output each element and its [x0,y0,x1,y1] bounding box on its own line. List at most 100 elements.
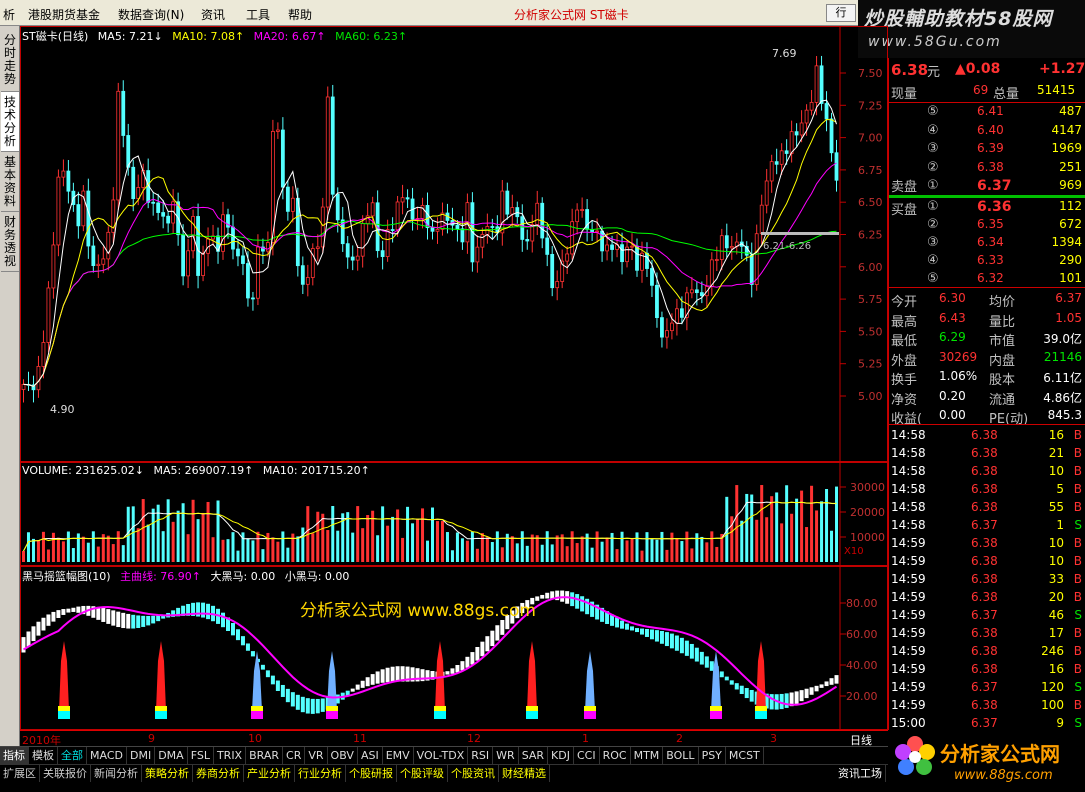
param-tab[interactable]: KDJ [548,747,574,764]
param-tab[interactable]: ROC [600,747,631,764]
indicator-bar [320,698,325,712]
tick-side: B [1073,698,1082,712]
volume-bar [396,509,400,562]
param-tab[interactable]: CR [283,747,306,764]
tab-financials[interactable]: 财务透视 [1,212,19,272]
candle-body [400,197,405,203]
bottom-tab[interactable]: 产业分析 [244,765,295,782]
candle-body [106,231,111,260]
menu-item-news[interactable]: 资讯 [201,6,225,23]
volume-bar [455,532,459,562]
total-vol-label: 总量 [993,87,1020,102]
bottom-right-tab[interactable]: 资讯工场 [835,765,886,782]
tick-volume: 1 [1056,518,1064,532]
param-tab[interactable]: VR [305,747,328,764]
indicator-bar [310,698,315,714]
param-tab[interactable]: SAR [519,747,549,764]
indicator-bar [734,683,739,690]
indicator-bar [136,615,141,628]
candle-body [819,65,824,104]
tick-side: S [1074,608,1082,622]
param-tab[interactable]: BRAR [246,747,284,764]
indicator-bar [630,626,635,631]
book-price: 6.32 [977,271,1004,285]
bottom-tab[interactable]: 券商分析 [193,765,244,782]
param-tab[interactable]: DMA [155,747,188,764]
cur-vol: 69 [973,83,989,97]
candle-body [535,202,540,226]
tab-intraday[interactable]: 分时走势 [1,30,19,92]
candle-body [550,253,555,289]
param-tab[interactable]: FSL [188,747,214,764]
param-tab[interactable]: OBV [328,747,358,764]
stat-value: 1.06% [939,369,978,383]
price-chart[interactable]: 7.50 7.25 7.00 6.75 6.50 6.25 6.00 5.75 5.50 5.25… [20,26,888,462]
candle-body [136,187,141,200]
param-tab[interactable]: EMV [383,747,414,764]
param-tab[interactable]: MACD [87,747,127,764]
menu-item-data-query[interactable]: 数据查询(N) [118,6,184,23]
candle-body [595,230,599,233]
menu-item-tools[interactable]: 工具 [246,6,270,23]
tick-side: B [1073,572,1082,586]
indicator-header: 黑马摇篮幅图(10) 主曲线: 76.90↑ 大黑马: 0.00 小黑马: 0.… [22,568,355,584]
tick-row: 14:59 6.38 33 B [889,571,1085,589]
param-tab[interactable]: 全部 [58,747,87,764]
tick-price: 6.37 [971,518,998,532]
quote-window-button[interactable]: 行 [826,4,856,22]
param-tab[interactable]: PSY [699,747,726,764]
stat-value: 6.11亿 [1043,371,1082,385]
candle-body [66,170,71,192]
candle-body [510,207,515,215]
volume-bar [790,513,794,562]
tick-volume: 120 [1041,680,1064,694]
volume-chart[interactable]: 30000 20000 10000 VOLUME: 231625.02↓ MA5: … [20,462,888,566]
ma20-line [23,162,837,387]
signal-spike [327,651,337,711]
signal-spike [756,641,766,711]
bottom-tab[interactable]: 个股资讯 [448,765,499,782]
param-tab[interactable]: VOL-TDX [414,747,469,764]
bottom-tab[interactable]: 个股评级 [397,765,448,782]
high-label: 7.69 [772,47,797,60]
param-tab[interactable]: TRIX [214,747,247,764]
volume-bar [196,519,200,562]
volume-bar [61,541,65,562]
tick-time: 14:58 [891,428,926,442]
candle-body [520,216,525,240]
bottom-tab[interactable]: 财经精选 [499,765,550,782]
indicator-chart[interactable]: 80.00 60.00 40.00 20.00 黑马摇篮幅图(10) 主曲线: 76.… [20,566,888,730]
volume-bar [555,535,559,562]
bottom-tab[interactable]: 个股研报 [346,765,397,782]
indicator-bar [36,621,41,636]
candle-body [769,161,774,182]
bottom-tabs: 扩展区 关联报价 新闻分析 策略分析 券商分析 产业分析 行业分析 个股研报 个股评级 个股资讯财… [0,764,888,782]
param-tab[interactable]: DMI [127,747,156,764]
candle-body [76,204,81,227]
bottom-tab[interactable]: 策略分析 [142,765,193,782]
bottom-tab[interactable]: 新闻分析 [91,765,142,782]
param-tab[interactable]: RSI [468,747,494,764]
tick-volume: 10 [1048,464,1064,478]
volume-bar [460,538,464,562]
param-tab[interactable]: BOLL [663,747,699,764]
param-tab[interactable]: WR [493,747,519,764]
bottom-tab[interactable]: 行业分析 [295,765,346,782]
bottom-tab[interactable]: 扩展区 [0,765,40,782]
param-tab[interactable]: CCI [574,747,600,764]
param-tab[interactable]: MCST [726,747,764,764]
tab-technical[interactable]: 技术分析 [1,92,19,152]
param-tab[interactable]: 指标 [0,747,29,764]
tick-row: 14:59 6.38 10 B [889,553,1085,571]
param-tab[interactable]: 模板 [29,747,58,764]
candle-body [575,209,580,223]
bottom-tab[interactable]: 关联报价 [40,765,91,782]
candle-body [475,246,480,263]
menu-item-hk-futures[interactable]: 港股期货基金 [28,6,100,23]
menu-item-analysis[interactable]: 析 [3,6,15,23]
menu-item-help[interactable]: 帮助 [288,6,312,23]
tab-fundamentals[interactable]: 基本资料 [1,152,19,212]
param-tab[interactable]: MTM [631,747,664,764]
param-tab[interactable]: ASI [358,747,383,764]
book-level: ① [927,199,939,214]
